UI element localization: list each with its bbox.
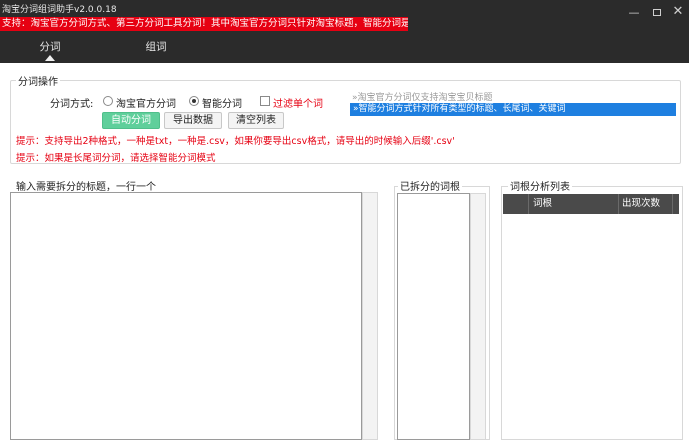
active-tab-indicator [45,55,55,61]
checkbox-filter-single[interactable] [260,96,270,106]
mode-label: 分词方式: [50,99,94,110]
column-header-root[interactable]: 词根 [529,194,619,214]
window-title: 淘宝分词组词助手v2.0.0.18 [2,5,117,15]
split-scrollbar[interactable] [470,193,486,440]
title-input-area[interactable] [10,192,362,440]
hint-item-smart[interactable]: »智能分词方式针对所有类型的标题、长尾词、关键词 [350,103,676,116]
analysis-group [501,186,683,440]
auto-segment-button[interactable]: 自动分词 [102,112,160,129]
tip-export-format: 提示：支持导出2种格式，一种是txt，一种是.csv，如果你要导出csv格式，请… [16,136,455,147]
radio-smart[interactable] [189,96,199,106]
radio-smart-label[interactable]: 智能分词 [202,95,242,110]
minimize-icon[interactable]: — [628,7,640,19]
tip-long-tail: 提示：如果是长尾词分词，请选择智能分词模式 [16,153,216,164]
ops-legend: 分词操作 [16,73,60,88]
maximize-icon[interactable] [651,7,663,19]
split-word-list[interactable] [397,193,470,440]
input-scrollbar[interactable] [362,192,378,440]
analysis-legend: 词根分析列表 [508,178,572,193]
split-legend: 已拆分的词根 [398,178,462,193]
support-banner: 支持：淘宝官方分词方式、第三方分词工具分词！其中淘宝官方分词只针对淘宝标题，智能… [0,17,408,31]
radio-official[interactable] [103,96,113,106]
hint-item-official[interactable]: »淘宝官方分词仅支持淘宝宝贝标题 [352,90,493,103]
table-header-blank [503,194,529,214]
tab-zuci[interactable]: 组词 [136,40,176,60]
clear-list-button[interactable]: 清空列表 [228,112,284,129]
close-icon[interactable]: ✕ [671,5,685,19]
radio-official-label[interactable]: 淘宝官方分词 [116,95,176,110]
input-label: 输入需要拆分的标题，一行一个 [16,182,156,193]
export-button[interactable]: 导出数据 [164,112,222,129]
column-header-count[interactable]: 出现次数 [619,194,673,214]
checkbox-filter-single-label[interactable]: 过滤单个词 [273,95,323,110]
